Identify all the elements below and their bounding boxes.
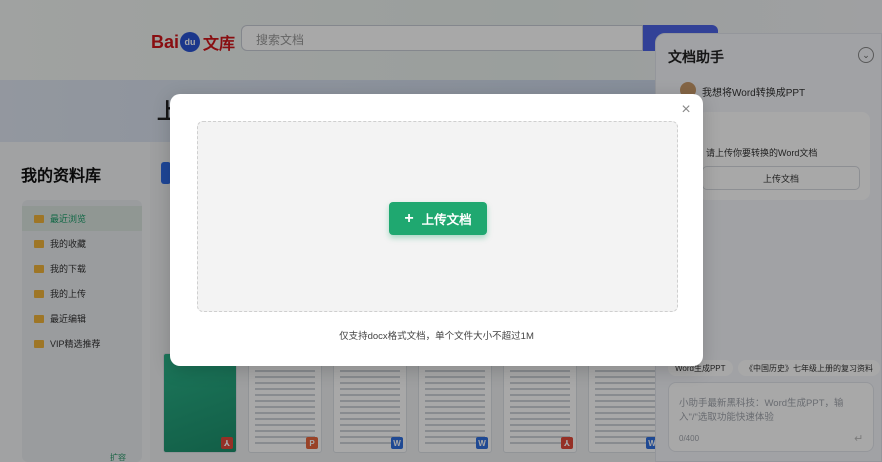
plus-icon: + xyxy=(404,209,414,227)
upload-hint: 仅支持docx格式文档，单个文件大小不超过1M xyxy=(339,331,534,342)
close-icon[interactable]: × xyxy=(678,102,694,118)
upload-document-button[interactable]: + 上传文档 xyxy=(389,202,487,235)
file-drop-zone[interactable]: + 上传文档 xyxy=(197,121,678,312)
upload-button-label: 上传文档 xyxy=(421,213,472,227)
upload-dialog: × + 上传文档 仅支持docx格式文档，单个文件大小不超过1M xyxy=(170,94,703,366)
